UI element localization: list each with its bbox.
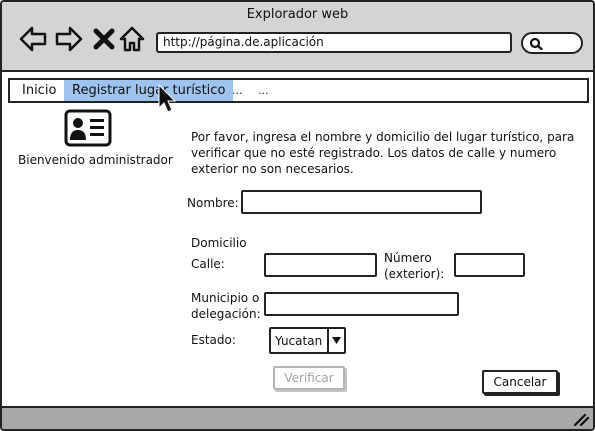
nombre-label: Nombre: bbox=[187, 196, 239, 210]
search-field[interactable] bbox=[521, 32, 583, 54]
arrow-right-icon bbox=[55, 26, 83, 52]
stop-button[interactable] bbox=[90, 24, 120, 54]
home-button[interactable] bbox=[118, 24, 148, 54]
numero-label: Número (exterior): bbox=[384, 251, 445, 281]
browser-toolbar: Explorador web http://página.de.aplicaci… bbox=[2, 2, 593, 72]
browser-window: Explorador web http://página.de.aplicaci… bbox=[0, 0, 595, 431]
menu-item-inicio[interactable]: Inicio bbox=[22, 80, 56, 101]
address-bar[interactable]: http://página.de.aplicación bbox=[156, 32, 512, 53]
status-bar bbox=[2, 406, 593, 429]
municipio-field[interactable] bbox=[264, 292, 459, 316]
chevron-down-icon bbox=[332, 337, 341, 344]
x-close-icon bbox=[93, 28, 115, 50]
id-card-icon bbox=[64, 109, 112, 147]
forward-button[interactable] bbox=[54, 24, 84, 54]
window-title: Explorador web bbox=[246, 7, 349, 22]
calle-label: Calle: bbox=[191, 257, 225, 271]
verificar-button[interactable]: Verificar bbox=[273, 366, 345, 390]
calle-field[interactable] bbox=[264, 253, 377, 277]
estado-selected-value: Yucatan bbox=[275, 334, 323, 348]
menu-bar: Inicio Registrar lugar turístico ... ... bbox=[8, 78, 589, 103]
cancelar-button[interactable]: Cancelar bbox=[482, 370, 558, 394]
home-icon bbox=[119, 26, 145, 52]
instructions-text: Por favor, ingresa el nombre y domicilio… bbox=[191, 130, 575, 176]
back-button[interactable] bbox=[18, 24, 48, 54]
menu-item-registrar-lugar[interactable]: Registrar lugar turístico bbox=[64, 80, 234, 101]
estado-label: Estado: bbox=[191, 333, 236, 347]
estado-select[interactable]: Yucatan bbox=[269, 327, 346, 354]
resize-grip-icon[interactable] bbox=[573, 412, 589, 426]
domicilio-label: Domicilio bbox=[191, 236, 247, 250]
municipio-label: Municipio o delegación: bbox=[191, 291, 261, 321]
menu-item-more-1[interactable]: ... bbox=[232, 80, 243, 101]
menu-item-more-2[interactable]: ... bbox=[258, 80, 269, 101]
search-icon bbox=[529, 37, 543, 50]
dropdown-toggle[interactable] bbox=[327, 329, 344, 352]
welcome-label: Bienvenido administrador bbox=[18, 153, 173, 167]
nombre-field[interactable] bbox=[241, 190, 482, 214]
mouse-pointer-icon bbox=[158, 84, 177, 113]
numero-field[interactable] bbox=[454, 253, 525, 277]
arrow-left-icon bbox=[19, 26, 47, 52]
